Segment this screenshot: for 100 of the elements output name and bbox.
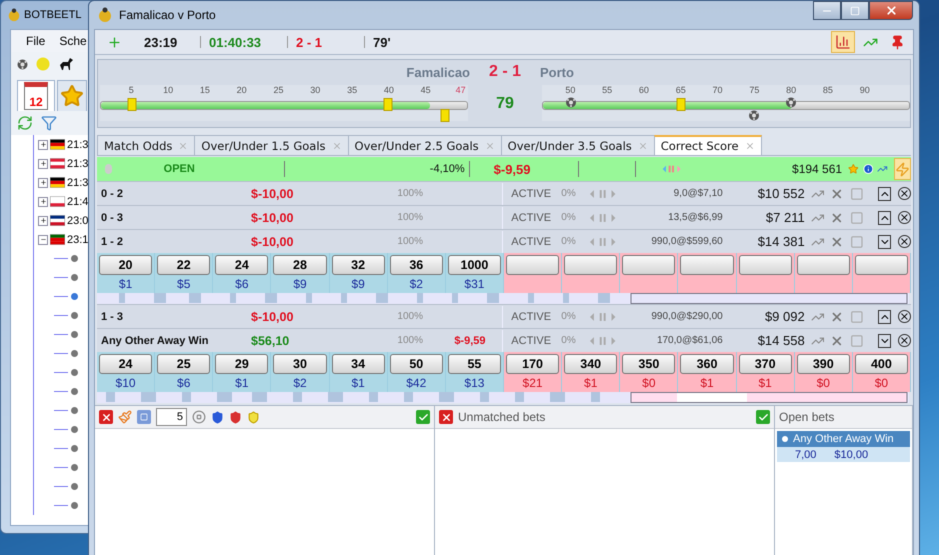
shield-icon[interactable]: [247, 410, 260, 424]
price-button[interactable]: 50: [390, 354, 443, 374]
event-dot-icon[interactable]: [71, 331, 78, 338]
price-button[interactable]: [564, 255, 618, 275]
price-button[interactable]: 1000: [448, 255, 501, 275]
price-button[interactable]: 36: [390, 255, 443, 275]
event-time[interactable]: 21:3: [67, 176, 88, 188]
selection-row[interactable]: 1 - 2 $-10,00 100% ACTIVE 0% 990,0@$599,60 $14 381: [97, 229, 911, 253]
price-button[interactable]: 34: [332, 354, 385, 374]
price-button[interactable]: 32: [332, 255, 385, 275]
collapse-icon[interactable]: [38, 234, 48, 244]
selection-row[interactable]: 0 - 3 $-10,00 100% ACTIVE 0% 13,5@$6,99 $7 211: [97, 205, 911, 229]
filter-icon[interactable]: [41, 115, 57, 131]
expand-icon[interactable]: [38, 178, 48, 188]
sidebar-tab[interactable]: [57, 80, 87, 111]
price-button[interactable]: 24: [99, 354, 152, 374]
price-button[interactable]: [622, 255, 676, 275]
chevron-up-icon[interactable]: [878, 310, 892, 324]
shield-icon[interactable]: [211, 410, 224, 424]
menu-item[interactable]: File: [26, 34, 46, 48]
event-dot-icon[interactable]: [71, 407, 78, 414]
price-button[interactable]: 350: [622, 354, 676, 374]
maximize-button[interactable]: [841, 1, 869, 20]
event-dot-icon[interactable]: [71, 350, 78, 357]
event-time[interactable]: 21:3: [67, 158, 88, 170]
close-icon[interactable]: [898, 310, 912, 323]
close-icon[interactable]: [898, 211, 912, 224]
close-icon[interactable]: [898, 235, 912, 248]
price-button[interactable]: [738, 255, 792, 275]
price-button[interactable]: 55: [448, 354, 501, 374]
close-button[interactable]: [869, 1, 913, 20]
bar-chart-button[interactable]: [831, 31, 855, 53]
market-tab[interactable]: Match Odds: [97, 135, 196, 155]
chevron-up-icon[interactable]: [878, 210, 892, 224]
event-dot-icon[interactable]: [71, 312, 78, 319]
event-dot-icon[interactable]: [71, 483, 78, 490]
event-dot-icon[interactable]: [71, 445, 78, 452]
price-button[interactable]: 30: [273, 354, 327, 374]
event-dot-icon[interactable]: [71, 274, 78, 281]
price-button[interactable]: [506, 255, 560, 275]
price-button[interactable]: 28: [273, 255, 327, 275]
selection-row[interactable]: 0 - 2 $-10,00 100% ACTIVE 0% 9,0@$7,10 $10 552: [97, 181, 911, 205]
tab-close-icon[interactable]: [744, 141, 755, 151]
event-dot-icon[interactable]: [71, 255, 78, 262]
confirm-icon[interactable]: [756, 410, 770, 424]
event-dot-icon[interactable]: [71, 464, 78, 471]
price-button[interactable]: 170: [506, 354, 560, 374]
chevron-down-icon[interactable]: [878, 234, 892, 248]
selection-row[interactable]: 1 - 3 $-10,00 100% ACTIVE 0% 990,0@$290,00 $9 092: [97, 304, 911, 328]
refresh-icon[interactable]: [17, 115, 33, 131]
stake-field[interactable]: 5: [156, 408, 187, 426]
expand-icon[interactable]: [38, 140, 48, 150]
shield-icon[interactable]: [229, 410, 242, 424]
expand-icon[interactable]: [38, 158, 48, 168]
event-dot-icon[interactable]: [71, 426, 78, 433]
menu-item[interactable]: Sche: [59, 34, 87, 48]
price-button[interactable]: 400: [854, 354, 908, 374]
market-tab[interactable]: Correct Score: [654, 135, 762, 155]
price-button[interactable]: [796, 255, 850, 275]
price-button[interactable]: 340: [564, 354, 618, 374]
event-time[interactable]: 21:3: [67, 138, 88, 150]
event-dot-icon[interactable]: [71, 502, 78, 509]
timeline-tick: 90: [860, 85, 870, 95]
timeline-tick: 55: [602, 85, 612, 95]
price-button[interactable]: [680, 255, 734, 275]
price-button[interactable]: 20: [99, 255, 152, 275]
price-button[interactable]: 24: [215, 255, 268, 275]
cancel-icon[interactable]: [439, 410, 453, 424]
football-icon[interactable]: [17, 58, 28, 70]
price-button[interactable]: [854, 255, 908, 275]
horse-icon[interactable]: [58, 56, 74, 72]
event-dot-icon[interactable]: [71, 293, 78, 300]
chevron-up-icon[interactable]: [878, 186, 892, 200]
close-icon[interactable]: [898, 187, 912, 200]
price-amount: $2: [292, 375, 308, 392]
close-icon[interactable]: [898, 334, 912, 347]
price-button[interactable]: 370: [738, 354, 792, 374]
price-button[interactable]: 25: [157, 354, 210, 374]
open-bet-item[interactable]: Any Other Away Win: [777, 431, 910, 447]
maximize-icon: [850, 6, 860, 16]
expand-icon[interactable]: [38, 216, 48, 226]
event-time[interactable]: 23:0: [67, 214, 88, 226]
price-button[interactable]: 390: [796, 354, 850, 374]
price-button[interactable]: 360: [680, 354, 734, 374]
minimize-button[interactable]: [813, 1, 841, 20]
event-dot-icon[interactable]: [71, 388, 78, 395]
event-dot-icon[interactable]: [71, 369, 78, 376]
stop-icon[interactable]: [192, 410, 206, 424]
price-button[interactable]: 22: [157, 255, 210, 275]
expand-icon[interactable]: [38, 196, 48, 206]
chevron-down-icon[interactable]: [878, 334, 892, 348]
event-time[interactable]: 23:1: [67, 234, 88, 246]
brush-icon[interactable]: [118, 410, 132, 424]
sidebar-tab[interactable]: 12: [17, 80, 55, 111]
event-time[interactable]: 21:4: [67, 196, 88, 208]
info-icon[interactable]: [862, 161, 874, 177]
cancel-icon[interactable]: [99, 410, 113, 424]
confirm-icon[interactable]: [416, 410, 430, 424]
price-button[interactable]: 29: [215, 354, 268, 374]
selection-row[interactable]: Any Other Away Win $56,10 100% $-9,59 ACTIVE 0% 170,0@$61,06 $14 558: [97, 328, 911, 352]
